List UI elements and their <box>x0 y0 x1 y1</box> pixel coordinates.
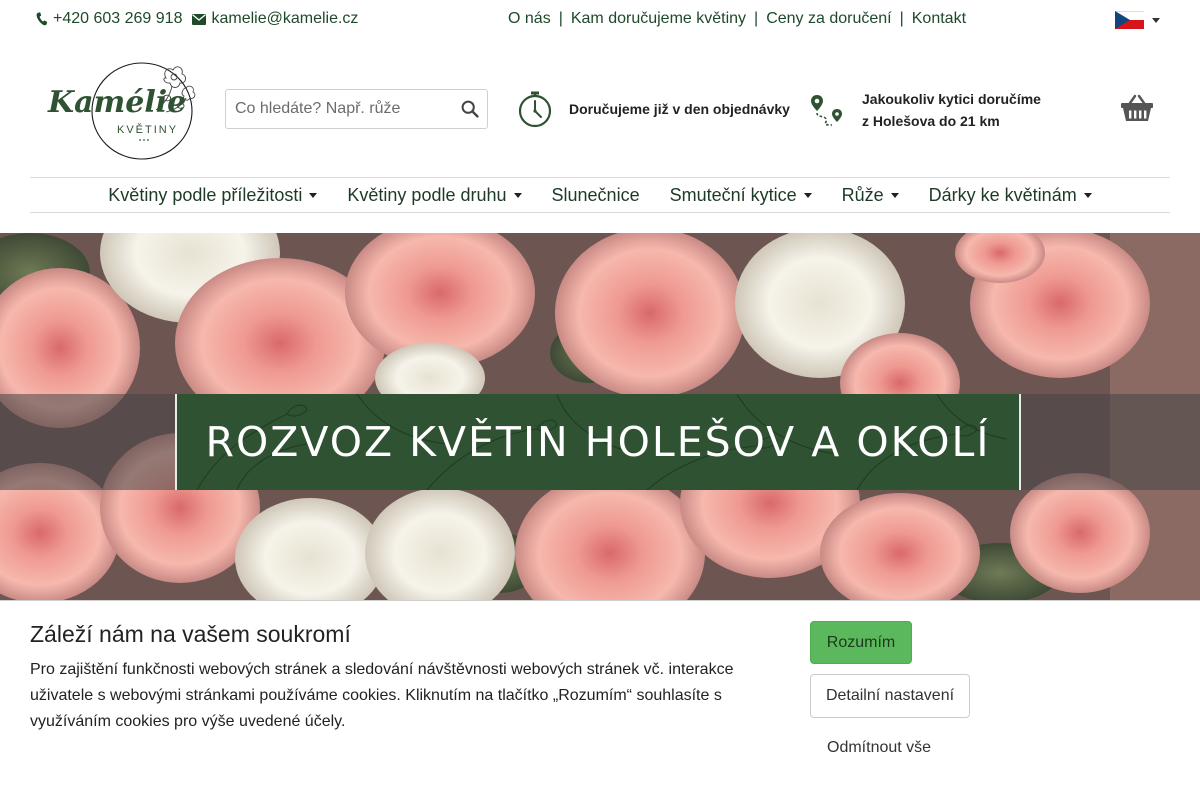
delivery-area-text: Jakoukoliv kytici doručíme z Holešova do… <box>862 88 1041 132</box>
envelope-icon <box>192 13 207 25</box>
search-icon[interactable] <box>461 100 479 118</box>
same-day-delivery-info: Doručujeme již v den objednávky <box>517 90 790 128</box>
delivery-area-line1: Jakoukoliv kytici doručíme <box>862 91 1041 107</box>
hero-title-box: ROZVOZ KVĚTIN HOLEŠOV A OKOLÍ <box>175 394 1021 490</box>
phone-number: +420 603 269 918 <box>53 10 183 27</box>
nav-item-label: Květiny podle druhu <box>347 184 507 205</box>
hero-title: ROZVOZ KVĚTIN HOLEŠOV A OKOLÍ <box>205 418 991 466</box>
nav-item-label: Smuteční kytice <box>669 184 797 205</box>
phone-icon <box>36 12 48 26</box>
nav-item-druh[interactable]: Květiny podle druhu <box>347 184 522 206</box>
contact-info: +420 603 269 918 kamelie@kamelie.cz <box>36 10 358 28</box>
czech-flag-icon <box>1115 11 1144 29</box>
search-input[interactable] <box>226 91 451 127</box>
cookie-settings-button[interactable]: Detailní nastavení <box>810 674 970 718</box>
chevron-down-icon <box>890 192 899 198</box>
link-o-nas[interactable]: O nás <box>508 10 551 28</box>
route-pin-icon <box>811 95 842 126</box>
logo[interactable]: Kamélie KVĚTINY <box>46 56 196 162</box>
language-selector[interactable] <box>1115 11 1160 29</box>
accept-cookies-button[interactable]: Rozumím <box>810 621 912 664</box>
logo-tagline: KVĚTINY <box>117 123 178 136</box>
nav-item-label: Růže <box>841 184 884 205</box>
separator: | <box>754 10 759 27</box>
hero-banner[interactable]: ROZVOZ KVĚTIN HOLEŠOV A OKOLÍ <box>0 233 1200 600</box>
same-day-delivery-text: Doručujeme již v den objednávky <box>569 101 790 117</box>
cookie-title: Záleží nám na vašem soukromí <box>30 621 351 647</box>
nav-item-label: Dárky ke květinám <box>928 184 1077 205</box>
nav-item-label: Květiny podle příležitosti <box>108 184 303 205</box>
phone-link[interactable]: +420 603 269 918 <box>36 10 182 28</box>
delivery-area-info: Jakoukoliv kytici doručíme z Holešova do… <box>810 88 1041 132</box>
nav-item-ruze[interactable]: Růže <box>842 185 899 206</box>
top-links: O nás | Kam doručujeme květiny | Ceny za… <box>508 10 966 28</box>
chevron-down-icon <box>309 192 318 198</box>
link-ceny-za-doruceni[interactable]: Ceny za doručení <box>766 10 891 28</box>
stopwatch-icon <box>518 91 552 128</box>
link-kontakt[interactable]: Kontakt <box>912 10 966 28</box>
logo-graphic: Kamélie KVĚTINY <box>47 62 196 160</box>
cart-button[interactable] <box>1120 94 1154 127</box>
cookie-text: Pro zajištění funkčnosti webových stráne… <box>30 661 734 730</box>
logo-name: Kamélie <box>47 85 186 120</box>
cookie-consent-bar: Záleží nám na vašem soukromí Pro zajiště… <box>0 600 1200 800</box>
top-bar: +420 603 269 918 kamelie@kamelie.cz O ná… <box>0 0 1200 40</box>
search-box <box>225 89 488 129</box>
delivery-area-line2: z Holešova do 21 km <box>862 113 1000 129</box>
separator: | <box>899 10 904 27</box>
nav-item-prilezitost[interactable]: Květiny podle příležitosti <box>108 184 318 206</box>
main-navigation: Květiny podle příležitosti Květiny podle… <box>30 177 1170 213</box>
chevron-down-icon <box>1083 192 1092 198</box>
nav-item-label: Slunečnice <box>551 184 640 205</box>
basket-icon <box>1121 94 1153 121</box>
chevron-down-icon <box>1152 17 1160 23</box>
nav-item-slunecnice[interactable]: Slunečnice <box>552 185 640 206</box>
separator: | <box>558 10 563 27</box>
link-kam-dorucujeme[interactable]: Kam doručujeme květiny <box>571 10 746 28</box>
reject-all-button[interactable]: Odmítnout vše <box>827 739 931 757</box>
chevron-down-icon <box>803 192 812 198</box>
nav-item-smutecni-kytice[interactable]: Smuteční kytice <box>670 185 812 206</box>
email-address: kamelie@kamelie.cz <box>211 10 359 27</box>
nav-item-darky[interactable]: Dárky ke květinám <box>929 185 1092 206</box>
email-link[interactable]: kamelie@kamelie.cz <box>192 10 358 28</box>
chevron-down-icon <box>513 192 522 198</box>
